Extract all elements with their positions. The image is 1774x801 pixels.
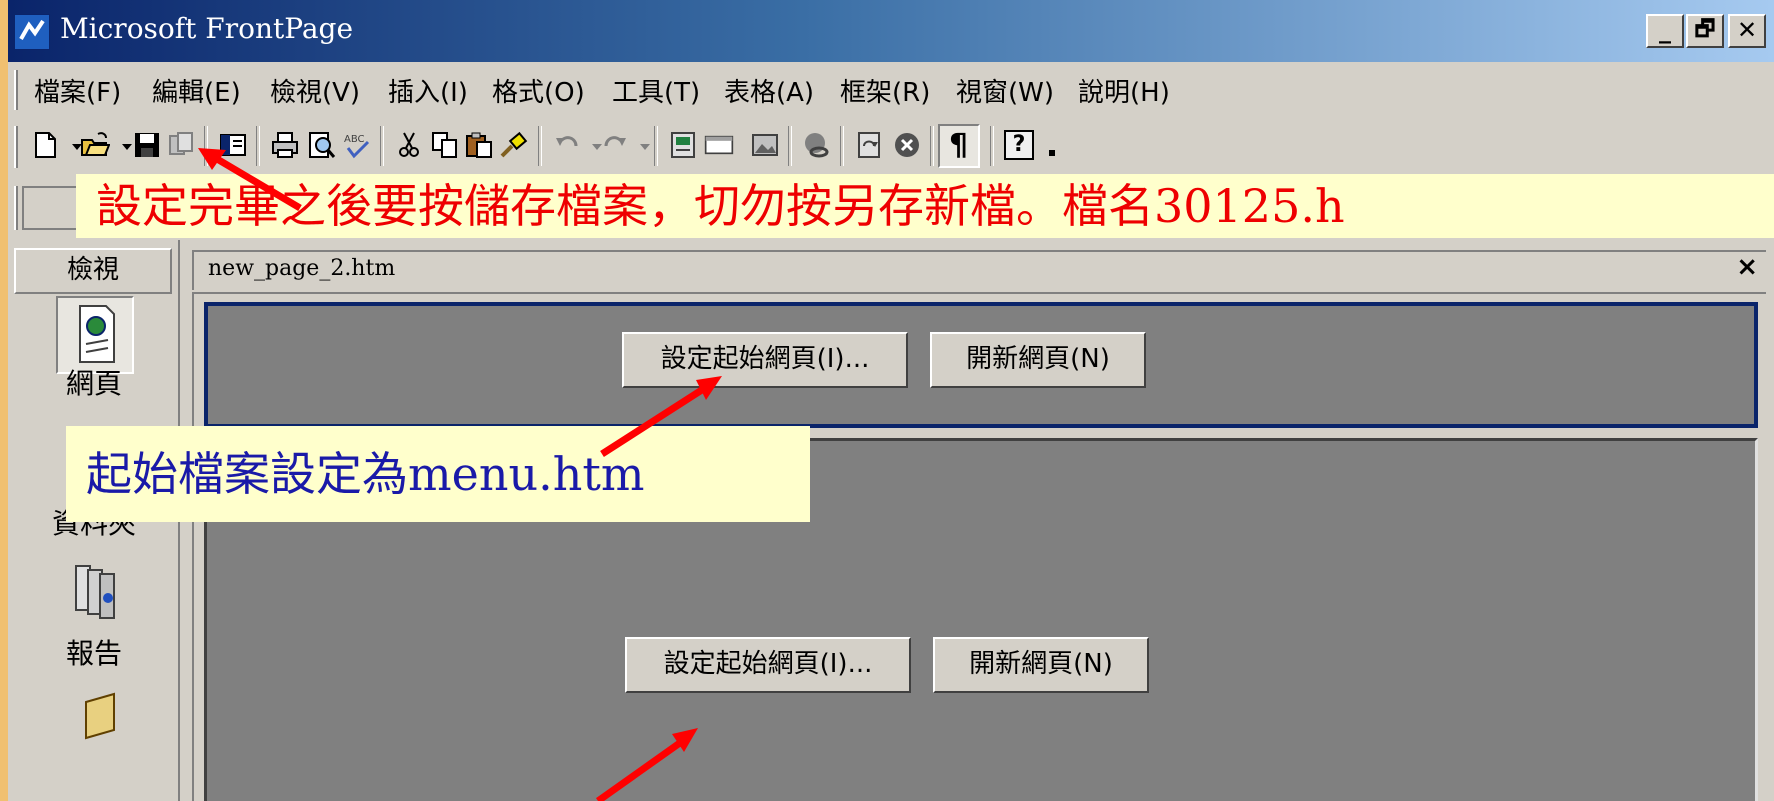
open-folder-icon[interactable]: [80, 130, 110, 160]
toolbar2-grip[interactable]: [14, 186, 18, 230]
toolbar-separator: [788, 126, 792, 166]
save-icon[interactable]: [132, 130, 162, 160]
svg-text:ABC: ABC: [344, 134, 365, 145]
open-dropdown-arrow-icon[interactable]: [112, 130, 132, 160]
help-icon[interactable]: ?: [1004, 130, 1034, 160]
set-initial-page-button[interactable]: 設定起始網頁(I)...: [622, 332, 908, 388]
toolbar-separator: [930, 126, 934, 166]
navigation-view-icon[interactable]: [62, 690, 130, 758]
cut-icon[interactable]: [394, 130, 424, 160]
reports-view-icon[interactable]: [62, 556, 130, 624]
menu-tools[interactable]: 工具(T): [612, 72, 700, 109]
page-view-icon: [62, 300, 130, 368]
initial-file-callout: 起始檔案設定為menu.htm: [66, 426, 810, 522]
insert-table-icon[interactable]: [704, 130, 740, 160]
toolbar-separator: [538, 126, 542, 166]
print-preview-icon[interactable]: [306, 130, 336, 160]
style-dropdown[interactable]: [22, 186, 82, 230]
toolbar-separator: [654, 126, 658, 166]
toolbar-separator: [204, 126, 208, 166]
menu-help[interactable]: 說明(H): [1078, 72, 1170, 109]
views-bar-header: 檢視: [14, 248, 172, 294]
undo-icon[interactable]: [552, 130, 582, 160]
print-icon[interactable]: [270, 130, 300, 160]
toolbar-separator: [840, 126, 844, 166]
refresh-icon[interactable]: [854, 130, 884, 160]
restore-button[interactable]: 🗗: [1686, 14, 1724, 48]
insert-picture-icon[interactable]: [750, 130, 780, 160]
insert-component-icon[interactable]: [668, 130, 698, 160]
frames-page: 設定起始網頁(I)... 開新網頁(N) 設定起始網頁(I)... 開新網頁(N…: [192, 292, 1766, 801]
menu-edit[interactable]: 編輯(E): [152, 72, 241, 109]
new-page-icon[interactable]: [30, 130, 60, 160]
menu-insert[interactable]: 插入(I): [388, 72, 468, 109]
spelling-icon[interactable]: ABC: [342, 130, 372, 160]
document-tab-name: new_page_2.htm: [208, 256, 396, 281]
redo-icon[interactable]: [600, 130, 630, 160]
document-tab[interactable]: new_page_2.htm ×: [192, 250, 1766, 290]
new-dropdown-arrow-icon[interactable]: [62, 130, 82, 160]
save-instruction-callout: 設定完畢之後要按儲存檔案，切勿按另存新檔。檔名30125.h: [76, 174, 1774, 238]
toolbar-separator: [256, 126, 260, 166]
slide-background: [0, 0, 8, 801]
new-page-button[interactable]: 開新網頁(N): [930, 332, 1146, 388]
menu-window[interactable]: 視窗(W): [956, 72, 1054, 109]
format-painter-icon[interactable]: [498, 130, 528, 160]
hyperlink-icon[interactable]: [802, 130, 832, 160]
minimize-button[interactable]: _: [1646, 14, 1684, 48]
show-all-icon: ¶: [949, 128, 969, 163]
menu-frames[interactable]: 框架(R): [840, 72, 930, 109]
toolbar-separator: [990, 126, 994, 166]
standard-toolbar: ABC ¶ ?: [8, 118, 1774, 176]
reports-view-label: 報告: [65, 637, 122, 670]
frontpage-window: Microsoft FrontPage _ 🗗 ✕ 檔案(F) 編輯(E) 檢視…: [8, 0, 1774, 801]
frontpage-app-icon[interactable]: [14, 14, 50, 50]
set-initial-page-button[interactable]: 設定起始網頁(I)...: [625, 637, 911, 693]
folder-list-icon[interactable]: [218, 130, 248, 160]
menu-bar: 檔案(F) 編輯(E) 檢視(V) 插入(I) 格式(O) 工具(T) 表格(A…: [8, 62, 1774, 119]
menu-format[interactable]: 格式(O): [492, 72, 585, 109]
show-all-button[interactable]: ¶: [938, 124, 980, 168]
copy-icon[interactable]: [430, 130, 460, 160]
toolbar-separator: [380, 126, 384, 166]
title-bar: Microsoft FrontPage _ 🗗 ✕: [8, 0, 1774, 62]
stop-icon[interactable]: [892, 130, 922, 160]
undo-dropdown-arrow-icon[interactable]: [582, 130, 602, 160]
menu-table[interactable]: 表格(A): [724, 72, 814, 109]
help-glyph: ?: [1012, 132, 1026, 157]
top-frame[interactable]: 設定起始網頁(I)... 開新網頁(N): [204, 302, 1758, 428]
new-page-button[interactable]: 開新網頁(N): [933, 637, 1149, 693]
page-view-label: 網頁: [65, 367, 122, 400]
document-close-icon[interactable]: ×: [1736, 252, 1758, 282]
paste-icon[interactable]: [464, 130, 494, 160]
toolbar-grip[interactable]: [14, 126, 18, 168]
redo-dropdown-arrow-icon[interactable]: [630, 130, 650, 160]
toolbar-options-arrow-icon[interactable]: [1038, 130, 1055, 160]
menu-view[interactable]: 檢視(V): [270, 72, 360, 109]
publish-icon[interactable]: [166, 130, 196, 160]
window-title: Microsoft FrontPage: [60, 12, 354, 45]
menu-file[interactable]: 檔案(F): [34, 72, 121, 109]
menu-grip[interactable]: [14, 70, 18, 110]
close-button[interactable]: ✕: [1728, 14, 1766, 48]
